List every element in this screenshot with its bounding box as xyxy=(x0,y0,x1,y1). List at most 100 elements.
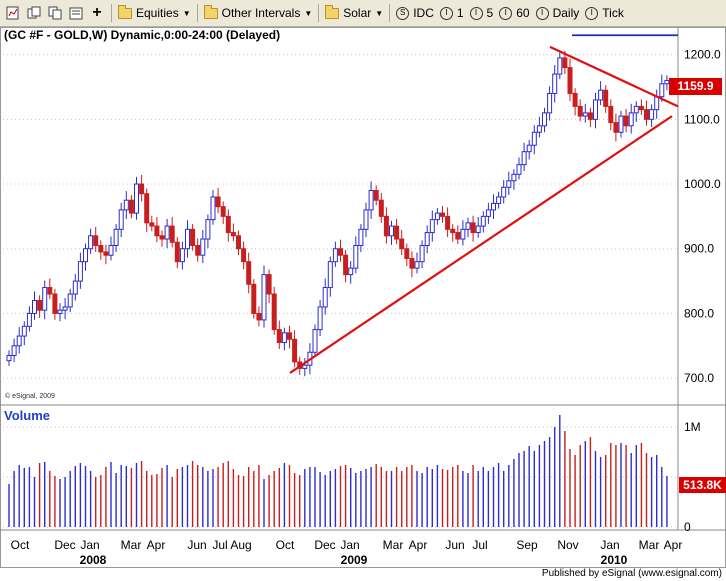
candle-body xyxy=(149,222,155,227)
symbol-icon: S xyxy=(396,6,410,20)
candle-body xyxy=(276,329,282,344)
interval-60[interactable]: I 60 xyxy=(499,6,530,20)
interval-label: Daily xyxy=(552,6,580,20)
candle-body xyxy=(210,196,216,221)
candle-body xyxy=(57,309,63,314)
time-tick-label: Jul xyxy=(212,538,227,552)
candle-body xyxy=(659,83,665,98)
candle-body xyxy=(470,222,476,234)
candle-body xyxy=(332,248,338,263)
candle-body xyxy=(465,222,471,230)
chart-title: (GC #F - GOLD,W) Dynamic,0:00-24:00 (Del… xyxy=(4,28,281,42)
equities-label: Equities xyxy=(136,6,179,20)
candle-body xyxy=(225,215,231,234)
price-tick-label: 1000.0 xyxy=(684,177,721,191)
toolbar-separator xyxy=(318,4,320,22)
link-icon[interactable] xyxy=(26,5,42,21)
volume-tick-label: 0 xyxy=(684,520,691,534)
price-tick-label: 800.0 xyxy=(684,306,714,320)
solar-label: Solar xyxy=(343,6,372,20)
interval-label: 1 xyxy=(456,6,464,20)
candle-body xyxy=(200,238,206,256)
solar-menu[interactable]: Solar ▼ xyxy=(325,4,383,20)
candle-body xyxy=(261,274,267,321)
candle-body xyxy=(445,215,451,230)
candle-body xyxy=(256,312,262,321)
interval-label: Tick xyxy=(602,6,624,20)
candle-body xyxy=(654,96,660,111)
candle-body xyxy=(501,186,507,198)
candle-body xyxy=(169,225,175,243)
candle-body xyxy=(557,57,563,75)
interval-tick[interactable]: I Tick xyxy=(585,6,624,20)
time-tick-label: Apr xyxy=(147,538,166,552)
candle-body xyxy=(649,109,655,120)
footer-publisher: Published by eSignal (www.esignal.com) xyxy=(541,568,722,579)
candle-body xyxy=(567,67,573,94)
candle-body xyxy=(475,225,481,234)
other-intervals-label: Other Intervals xyxy=(221,6,301,20)
new-chart-icon[interactable] xyxy=(5,5,21,21)
copy-chart-icon[interactable] xyxy=(47,5,63,21)
volume-tick-label: 1M xyxy=(684,420,701,434)
interval-label: 5 xyxy=(486,6,494,20)
support-trendline xyxy=(289,115,673,374)
candle-body xyxy=(230,232,236,237)
candle-body xyxy=(348,267,354,276)
equities-menu[interactable]: Equities ▼ xyxy=(118,4,191,20)
candle-body xyxy=(93,235,99,246)
candle-body xyxy=(562,57,568,69)
candle-body xyxy=(373,190,379,201)
candle-body xyxy=(440,212,445,217)
candle-body xyxy=(434,212,440,221)
interval-icon: I xyxy=(469,6,483,20)
candle-body xyxy=(603,89,609,107)
toolbar: + Equities ▼ Other Intervals ▼ Solar ▼ S IDC… xyxy=(0,0,726,27)
add-icon[interactable]: + xyxy=(89,4,105,21)
toolbar-separator xyxy=(389,4,391,22)
candle-body xyxy=(363,209,369,230)
chart-canvas[interactable]: 1200.0 1100.0 1000.0 900.0 800.0 700.0 1M 0 Oc… xyxy=(0,27,726,568)
year-label: 2010 xyxy=(601,553,628,567)
interval-5[interactable]: I5 xyxy=(469,6,494,20)
annotations xyxy=(289,34,679,374)
price-tick-label: 1200.0 xyxy=(684,48,721,62)
properties-icon[interactable] xyxy=(68,5,84,21)
candle-body xyxy=(552,73,558,94)
candle-body xyxy=(450,228,456,234)
candle-body xyxy=(511,173,517,182)
interval-idc[interactable]: S IDC xyxy=(396,6,434,20)
candle-body xyxy=(536,125,542,133)
interval-1[interactable]: I1 xyxy=(439,6,464,20)
interval-icon: I xyxy=(535,6,549,20)
time-tick-label: Oct xyxy=(11,538,30,552)
volume-label: Volume xyxy=(4,408,50,423)
candle-body xyxy=(179,248,185,263)
candle-body xyxy=(205,219,211,240)
candle-body xyxy=(419,244,425,263)
candle-body xyxy=(572,92,578,107)
candle-body xyxy=(582,112,588,117)
candle-body xyxy=(368,190,374,211)
candle-body xyxy=(134,183,139,214)
candle-body xyxy=(246,261,252,285)
candle-body xyxy=(343,254,349,276)
candle-body xyxy=(98,244,104,253)
other-intervals-menu[interactable]: Other Intervals ▼ xyxy=(203,4,312,20)
candle-body xyxy=(414,261,420,269)
candle-body xyxy=(389,225,394,237)
grid xyxy=(0,27,726,531)
candle-body xyxy=(577,105,583,117)
candle-body xyxy=(302,364,308,369)
folder-icon xyxy=(203,4,218,19)
candle-body xyxy=(26,312,32,327)
candle-body xyxy=(236,235,241,250)
candle-body xyxy=(83,248,88,263)
candle-body xyxy=(47,287,53,295)
interval-daily[interactable]: I Daily xyxy=(535,6,580,20)
candle-body xyxy=(496,196,502,204)
candle-body xyxy=(587,112,593,120)
candle-body xyxy=(338,248,343,256)
candle-body xyxy=(37,299,43,311)
price-tick-label: 900.0 xyxy=(684,242,714,256)
